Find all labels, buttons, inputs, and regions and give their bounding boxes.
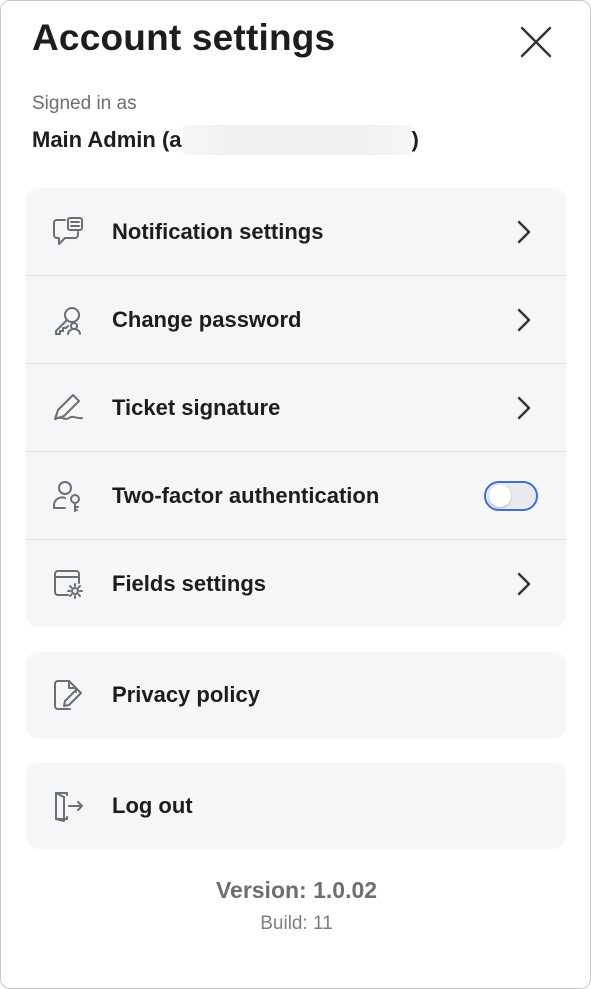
two-factor-label: Two-factor authentication xyxy=(112,482,380,508)
privacy-card: Privacy policy xyxy=(26,652,566,738)
notification-settings-item[interactable]: Notification settings xyxy=(26,188,566,275)
version-text: Version: 1.0.02 xyxy=(215,877,378,903)
fields-settings-item[interactable]: Fields settings xyxy=(26,539,566,627)
logout-card: Log out xyxy=(26,763,566,849)
change-password-label: Change password xyxy=(112,306,302,332)
chevron-right-icon xyxy=(512,570,536,598)
toggle-knob xyxy=(489,484,511,507)
chevron-right-icon xyxy=(512,394,536,422)
notification-settings-label: Notification settings xyxy=(112,218,324,244)
logout-icon xyxy=(50,788,86,824)
notification-chat-icon xyxy=(50,214,86,250)
user-name-prefix: Main Admin (a xyxy=(32,127,182,152)
chevron-right-icon xyxy=(512,218,536,246)
chevron-right-icon xyxy=(512,306,536,334)
build-text: Build: 11 xyxy=(260,913,333,934)
two-factor-toggle[interactable] xyxy=(484,480,538,511)
close-icon xyxy=(520,26,552,58)
window-gear-icon xyxy=(50,566,86,602)
document-edit-icon xyxy=(50,677,86,713)
redacted-email xyxy=(182,125,411,155)
logout-label: Log out xyxy=(112,793,193,818)
close-button[interactable] xyxy=(517,23,555,61)
account-settings-panel: Account settings Signed in as Main Admin… xyxy=(0,0,591,989)
change-password-item[interactable]: Change password xyxy=(26,275,566,363)
ticket-signature-label: Ticket signature xyxy=(112,394,281,420)
privacy-policy-label: Privacy policy xyxy=(112,682,260,707)
user-name-suffix: ) xyxy=(411,127,419,152)
privacy-policy-item[interactable]: Privacy policy xyxy=(26,652,566,738)
page-title: Account settings xyxy=(32,17,336,58)
settings-menu-card: Notification settings Change password Ti… xyxy=(26,188,566,627)
two-factor-item: Two-factor authentication xyxy=(26,451,566,539)
fields-settings-label: Fields settings xyxy=(112,570,267,596)
signature-icon xyxy=(50,390,86,426)
ticket-signature-item[interactable]: Ticket signature xyxy=(26,363,566,451)
signed-in-user: Main Admin (a) xyxy=(32,125,419,155)
user-key-icon xyxy=(50,478,86,514)
logout-item[interactable]: Log out xyxy=(26,763,566,849)
key-user-icon xyxy=(50,302,86,338)
signed-in-label: Signed in as xyxy=(32,93,137,114)
